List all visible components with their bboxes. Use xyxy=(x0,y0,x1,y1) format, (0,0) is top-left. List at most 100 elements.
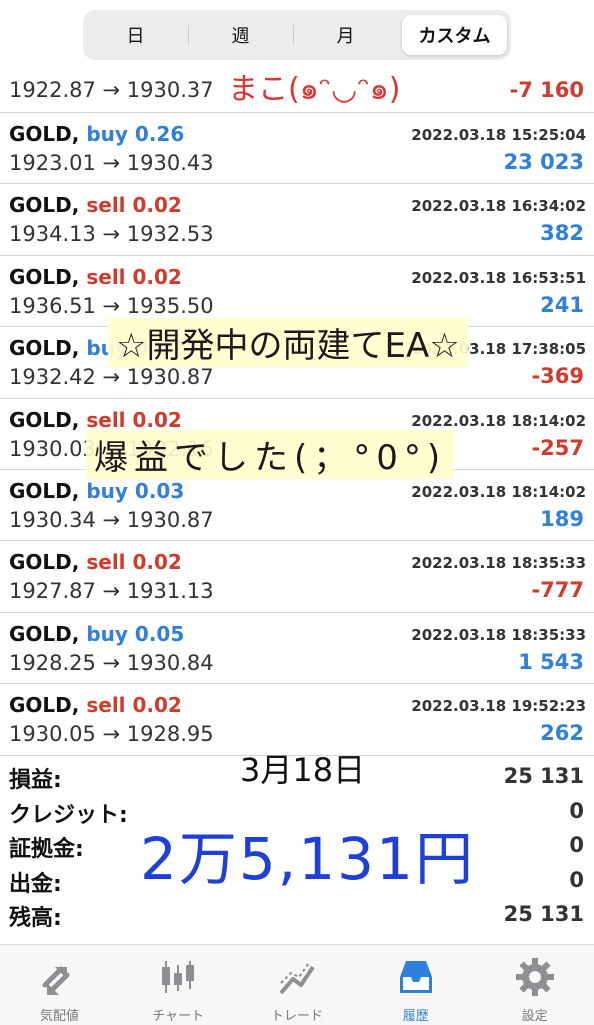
trade-volume: 0.02 xyxy=(132,193,182,218)
trade-profit: 23 023 xyxy=(503,150,584,174)
trade-title: GOLD, buy 0.03 xyxy=(9,479,184,503)
tab-label: 気配値 xyxy=(39,1009,79,1024)
tab-settings[interactable]: 設定 xyxy=(475,945,594,1025)
trade-row[interactable]: GOLD, sell 0.02 2022.03.18 16:34:02 1934.1… xyxy=(0,184,594,256)
trade-time: 2022.03.18 15:25:04 xyxy=(411,126,586,144)
summary-value: 25 131 xyxy=(503,902,584,926)
history-icon xyxy=(399,961,432,993)
trade-time: 2022.03.18 18:14:02 xyxy=(411,411,586,430)
trade-prices: 1927.87 → 1931.13 xyxy=(9,579,214,604)
trade-title: GOLD, sell 0.02 xyxy=(9,408,182,432)
trade-profit: 1 543 xyxy=(518,649,584,674)
period-segmented-control-bar: 日 週 月 カスタム xyxy=(0,0,594,68)
trade-prices: 1934.13 → 1932.53 xyxy=(9,222,214,247)
trade-row[interactable]: GOLD, buy 0.26 2022.03.18 15:25:04 1923.01… xyxy=(0,113,594,185)
trade-time: 2022.03.18 18:35:33 xyxy=(411,625,586,644)
summary-label: 損益: xyxy=(9,768,62,793)
trade-symbol: GOLD, xyxy=(9,407,80,432)
trade-profit: 241 xyxy=(540,292,584,317)
trade-volume: 0.05 xyxy=(134,621,185,646)
trade-prices: 1930.34 → 1930.87 xyxy=(9,507,214,532)
segment-week[interactable]: 週 xyxy=(188,15,293,55)
trade-side: buy xyxy=(86,621,128,646)
summary-label: 出金: xyxy=(9,871,62,897)
trade-side: sell xyxy=(86,407,126,432)
summary-row: 残高: 25 131 xyxy=(0,896,594,931)
trade-volume: 0.03 xyxy=(134,478,185,503)
trade-symbol: GOLD, xyxy=(9,478,80,503)
trade-profit: -777 xyxy=(531,578,584,603)
tab-history[interactable]: 履歴 xyxy=(356,945,475,1025)
trade-symbol: GOLD, xyxy=(9,336,80,361)
trade-title: GOLD, sell 0.02 xyxy=(9,550,182,574)
trade-volume: 0.02 xyxy=(132,407,182,432)
segment-month[interactable]: 月 xyxy=(293,15,398,55)
trade-title: GOLD, sell 0.02 xyxy=(9,693,182,717)
segment-custom[interactable]: カスタム xyxy=(402,15,507,55)
trade-time: 2022.03.18 18:35:33 xyxy=(411,554,586,573)
handwritten-note-top: まこ(๑ᵔ◡ᵔ๑) xyxy=(228,72,401,107)
summary-label: 証拠金: xyxy=(9,837,84,862)
tab-label: チャート xyxy=(152,1009,205,1024)
quotes-icon xyxy=(42,966,70,995)
trade-title: GOLD, buy 0.26 xyxy=(9,122,184,146)
trade-profit: -7 160 xyxy=(509,78,584,102)
handwritten-note-yen: 2万5,131円 xyxy=(140,825,475,893)
trade-side: sell xyxy=(86,193,126,218)
trade-volume: 0.26 xyxy=(134,122,185,146)
trade-side: buy xyxy=(86,478,128,503)
trade-time: 2022.03.18 18:14:02 xyxy=(411,482,586,501)
trade-row[interactable]: GOLD, buy 0.05 2022.03.18 18:35:33 1928.25… xyxy=(0,613,594,685)
tab-chart[interactable]: チャート xyxy=(119,945,238,1025)
trade-profit: -257 xyxy=(531,435,584,460)
period-segmented-control: 日 週 月 カスタム xyxy=(83,10,511,60)
trade-side: sell xyxy=(86,264,126,289)
tab-label: 設定 xyxy=(521,1009,548,1024)
trade-prices: 1936.51 → 1935.50 xyxy=(9,293,214,318)
trade-side: buy xyxy=(86,122,128,146)
trade-side: sell xyxy=(86,550,126,575)
trade-symbol: GOLD, xyxy=(9,122,80,146)
handwritten-note-date: 3月18日 xyxy=(240,751,366,789)
chart-icon xyxy=(162,961,195,993)
trade-row[interactable]: GOLD, sell 0.02 2022.03.18 18:35:33 1927.8… xyxy=(0,541,594,613)
trade-profit: 262 xyxy=(540,721,584,746)
trade-history-list: 1922.87 → 1930.37 -7 160 GOLD, buy 0.26 2… xyxy=(0,68,594,756)
handwritten-note-dev: ☆開発中の両建てEA☆ xyxy=(108,318,468,367)
summary-value: 0 xyxy=(569,833,584,857)
trade-symbol: GOLD, xyxy=(9,264,80,289)
trade-prices: 1930.05 → 1928.95 xyxy=(9,722,214,747)
trade-profit: -369 xyxy=(531,364,584,389)
trade-title: GOLD, sell 0.02 xyxy=(9,193,182,217)
trade-profit: 382 xyxy=(540,221,584,246)
trade-symbol: GOLD, xyxy=(9,193,80,218)
trade-volume: 0.02 xyxy=(132,264,182,289)
summary-value: 0 xyxy=(569,867,584,892)
trade-row[interactable]: GOLD, sell 0.02 2022.03.18 16:53:51 1936.5… xyxy=(0,256,594,328)
trade-symbol: GOLD, xyxy=(9,550,80,575)
trade-row[interactable]: GOLD, buy 0.03 2022.03.18 18:14:02 1930.34… xyxy=(0,470,594,542)
trade-icon xyxy=(279,962,315,995)
trade-prices: 1932.42 → 1930.87 xyxy=(9,365,214,390)
tab-quotes[interactable]: 気配値 xyxy=(0,945,119,1025)
trade-symbol: GOLD, xyxy=(9,621,80,646)
trade-time: 2022.03.18 16:34:02 xyxy=(411,197,586,216)
trade-profit: 189 xyxy=(540,506,584,531)
trade-symbol: GOLD, xyxy=(9,693,80,718)
trade-time: 2022.03.18 16:53:51 xyxy=(411,268,586,287)
trade-title: GOLD, sell 0.02 xyxy=(9,265,182,289)
tab-trade[interactable]: トレード xyxy=(238,945,357,1025)
trade-prices: 1922.87 → 1930.37 xyxy=(9,78,214,102)
tab-label: トレード xyxy=(270,1009,323,1024)
summary-label: 残高: xyxy=(9,906,62,931)
trade-volume: 0.02 xyxy=(132,550,182,575)
settings-icon xyxy=(515,958,554,996)
segment-day[interactable]: 日 xyxy=(83,15,188,55)
trade-side: sell xyxy=(86,693,126,718)
summary-value: 25 131 xyxy=(503,764,584,788)
trade-title: GOLD, buy 0.05 xyxy=(9,622,184,646)
trade-prices: 1928.25 → 1930.84 xyxy=(9,650,214,675)
bottom-tab-bar: 気配値 チャート トレード 履歴 設定 xyxy=(0,944,594,1025)
trade-time: 2022.03.18 19:52:23 xyxy=(411,697,586,716)
trade-volume: 0.02 xyxy=(132,693,182,718)
